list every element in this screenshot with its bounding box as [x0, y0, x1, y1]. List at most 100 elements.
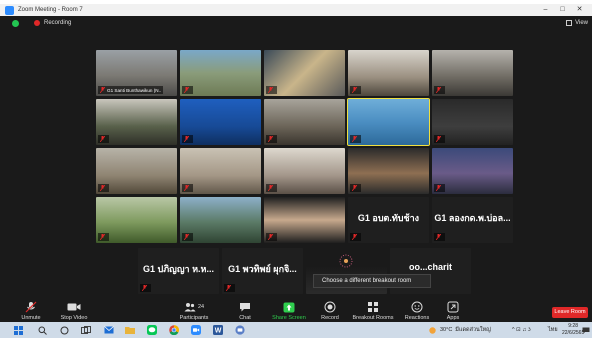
muted-mic-icon: [352, 87, 357, 93]
muted-mic-icon: [100, 234, 105, 240]
video-camera-icon: [67, 303, 81, 311]
muted-mic-icon: [184, 185, 189, 191]
apps-label: Apps: [446, 315, 460, 321]
participant-name-strip: [98, 233, 109, 241]
view-label: View: [575, 20, 588, 26]
fireworks-background-icon: [339, 254, 353, 268]
participant-name-strip: [350, 233, 361, 241]
video-tile[interactable]: [180, 99, 261, 145]
svg-text:W: W: [215, 328, 222, 335]
video-tile[interactable]: [348, 50, 429, 96]
video-tile[interactable]: [96, 148, 177, 194]
window-title: Zoom Meeting - Room 7: [18, 7, 83, 13]
word-icon[interactable]: W: [212, 324, 224, 336]
notification-icon[interactable]: [580, 324, 592, 336]
meeting-app-icon[interactable]: [234, 324, 246, 336]
participants-label: Participants: [179, 315, 209, 321]
muted-mic-icon: [268, 234, 273, 240]
apps-button[interactable]: Apps: [426, 300, 480, 321]
share-screen-icon: [283, 302, 295, 312]
close-button[interactable]: ✕: [571, 4, 588, 16]
participant-name-strip: [182, 135, 193, 143]
leave-room-button[interactable]: Leave Room: [552, 307, 588, 318]
video-tile[interactable]: G1 อบต.ทับช้าง: [348, 197, 429, 243]
muted-mic-icon: [184, 87, 189, 93]
maximize-button[interactable]: □: [554, 4, 571, 16]
window-controls: – □ ✕: [537, 4, 588, 16]
video-tile[interactable]: [348, 148, 429, 194]
cortana-icon[interactable]: [58, 324, 70, 336]
windows-start-icon[interactable]: [12, 324, 24, 336]
stop-video-label: Stop Video: [60, 315, 88, 321]
participant-name-strip: [350, 184, 361, 192]
video-tile[interactable]: [180, 50, 261, 96]
participant-name-strip: [434, 86, 445, 94]
windows-taskbar: W 30°C มีแดดส่วนใหญ่ ^ ⊡ ♫ ʖ ไทย 9:28 22…: [0, 322, 592, 338]
participant-name-strip: [266, 86, 277, 94]
video-tile[interactable]: G1 ปภิญญา ห.ห...: [138, 248, 219, 294]
weather-widget[interactable]: 30°C มีแดดส่วนใหญ่: [428, 322, 491, 338]
participant-name-strip: [434, 233, 445, 241]
task-view-icon[interactable]: [80, 324, 92, 336]
video-tile[interactable]: [432, 50, 513, 96]
muted-mic-icon: [436, 136, 441, 142]
video-tile[interactable]: G1 ลองกด.พ.บ่อล...: [432, 197, 513, 243]
video-tile[interactable]: [264, 99, 345, 145]
meeting-status-bar: Recording View: [0, 16, 592, 30]
muted-mic-icon: [352, 136, 357, 142]
search-icon[interactable]: [36, 324, 48, 336]
video-tile[interactable]: [432, 99, 513, 145]
video-tile[interactable]: [96, 99, 177, 145]
participant-name-strip: [350, 86, 361, 94]
security-shield-icon[interactable]: [12, 19, 19, 27]
title-bar: Zoom Meeting - Room 7 – □ ✕: [0, 4, 592, 16]
participants-icon: [184, 303, 196, 312]
video-tile[interactable]: [180, 197, 261, 243]
muted-mic-icon: [352, 185, 357, 191]
chrome-icon[interactable]: [168, 324, 180, 336]
video-tile[interactable]: [264, 50, 345, 96]
muted-mic-icon: [142, 285, 147, 291]
file-explorer-icon[interactable]: [124, 324, 136, 336]
participant-name: G1 Santi Bunthawikun (N..: [107, 87, 162, 93]
line-app-icon[interactable]: [146, 324, 158, 336]
system-tray-icons[interactable]: ^ ⊡ ♫ ʖ: [512, 322, 531, 338]
participants-count: 24: [197, 304, 205, 310]
video-tile[interactable]: [432, 148, 513, 194]
active-speaker-tile[interactable]: [347, 98, 430, 146]
apps-icon: [447, 301, 459, 313]
view-button[interactable]: View: [566, 18, 588, 28]
participant-name-strip: [140, 284, 151, 292]
minimize-button[interactable]: –: [537, 4, 554, 16]
participant-name-strip: [182, 184, 193, 192]
muted-mic-icon: [268, 185, 273, 191]
muted-mic-icon: [100, 87, 105, 93]
participant-name-strip: [266, 233, 277, 241]
grid-view-icon: [566, 20, 573, 26]
zoom-taskbar-icon[interactable]: [190, 324, 202, 336]
muted-mic-icon: [100, 136, 105, 142]
participant-name-strip: [224, 284, 235, 292]
video-tile[interactable]: G1 Santi Bunthawikun (N..: [96, 50, 177, 96]
mail-icon[interactable]: [103, 324, 115, 336]
muted-microphone-icon: [25, 301, 37, 313]
muted-mic-icon: [268, 136, 273, 142]
video-tile[interactable]: [264, 197, 345, 243]
breakout-rooms-icon: [368, 302, 378, 312]
participant-name-strip: [98, 135, 109, 143]
participant-name-strip: [182, 86, 193, 94]
video-tile[interactable]: [264, 148, 345, 194]
participant-name-strip: [350, 135, 361, 143]
recording-label: Recording: [44, 20, 72, 26]
video-tile[interactable]: G1 พวทิพย์ ผุกจิ...: [222, 248, 303, 294]
input-language[interactable]: ไทย: [548, 322, 558, 338]
zoom-logo-icon: [5, 5, 14, 15]
participant-display-name: G1 ลองกด.พ.บ่อล...: [434, 212, 511, 223]
participants-button[interactable]: 24 Participants: [167, 300, 221, 321]
video-tile[interactable]: [180, 148, 261, 194]
stop-video-button[interactable]: Stop Video: [47, 300, 101, 321]
participant-name-strip: [434, 184, 445, 192]
video-tile[interactable]: [96, 197, 177, 243]
chat-bubble-icon: [240, 303, 250, 312]
muted-mic-icon: [184, 234, 189, 240]
